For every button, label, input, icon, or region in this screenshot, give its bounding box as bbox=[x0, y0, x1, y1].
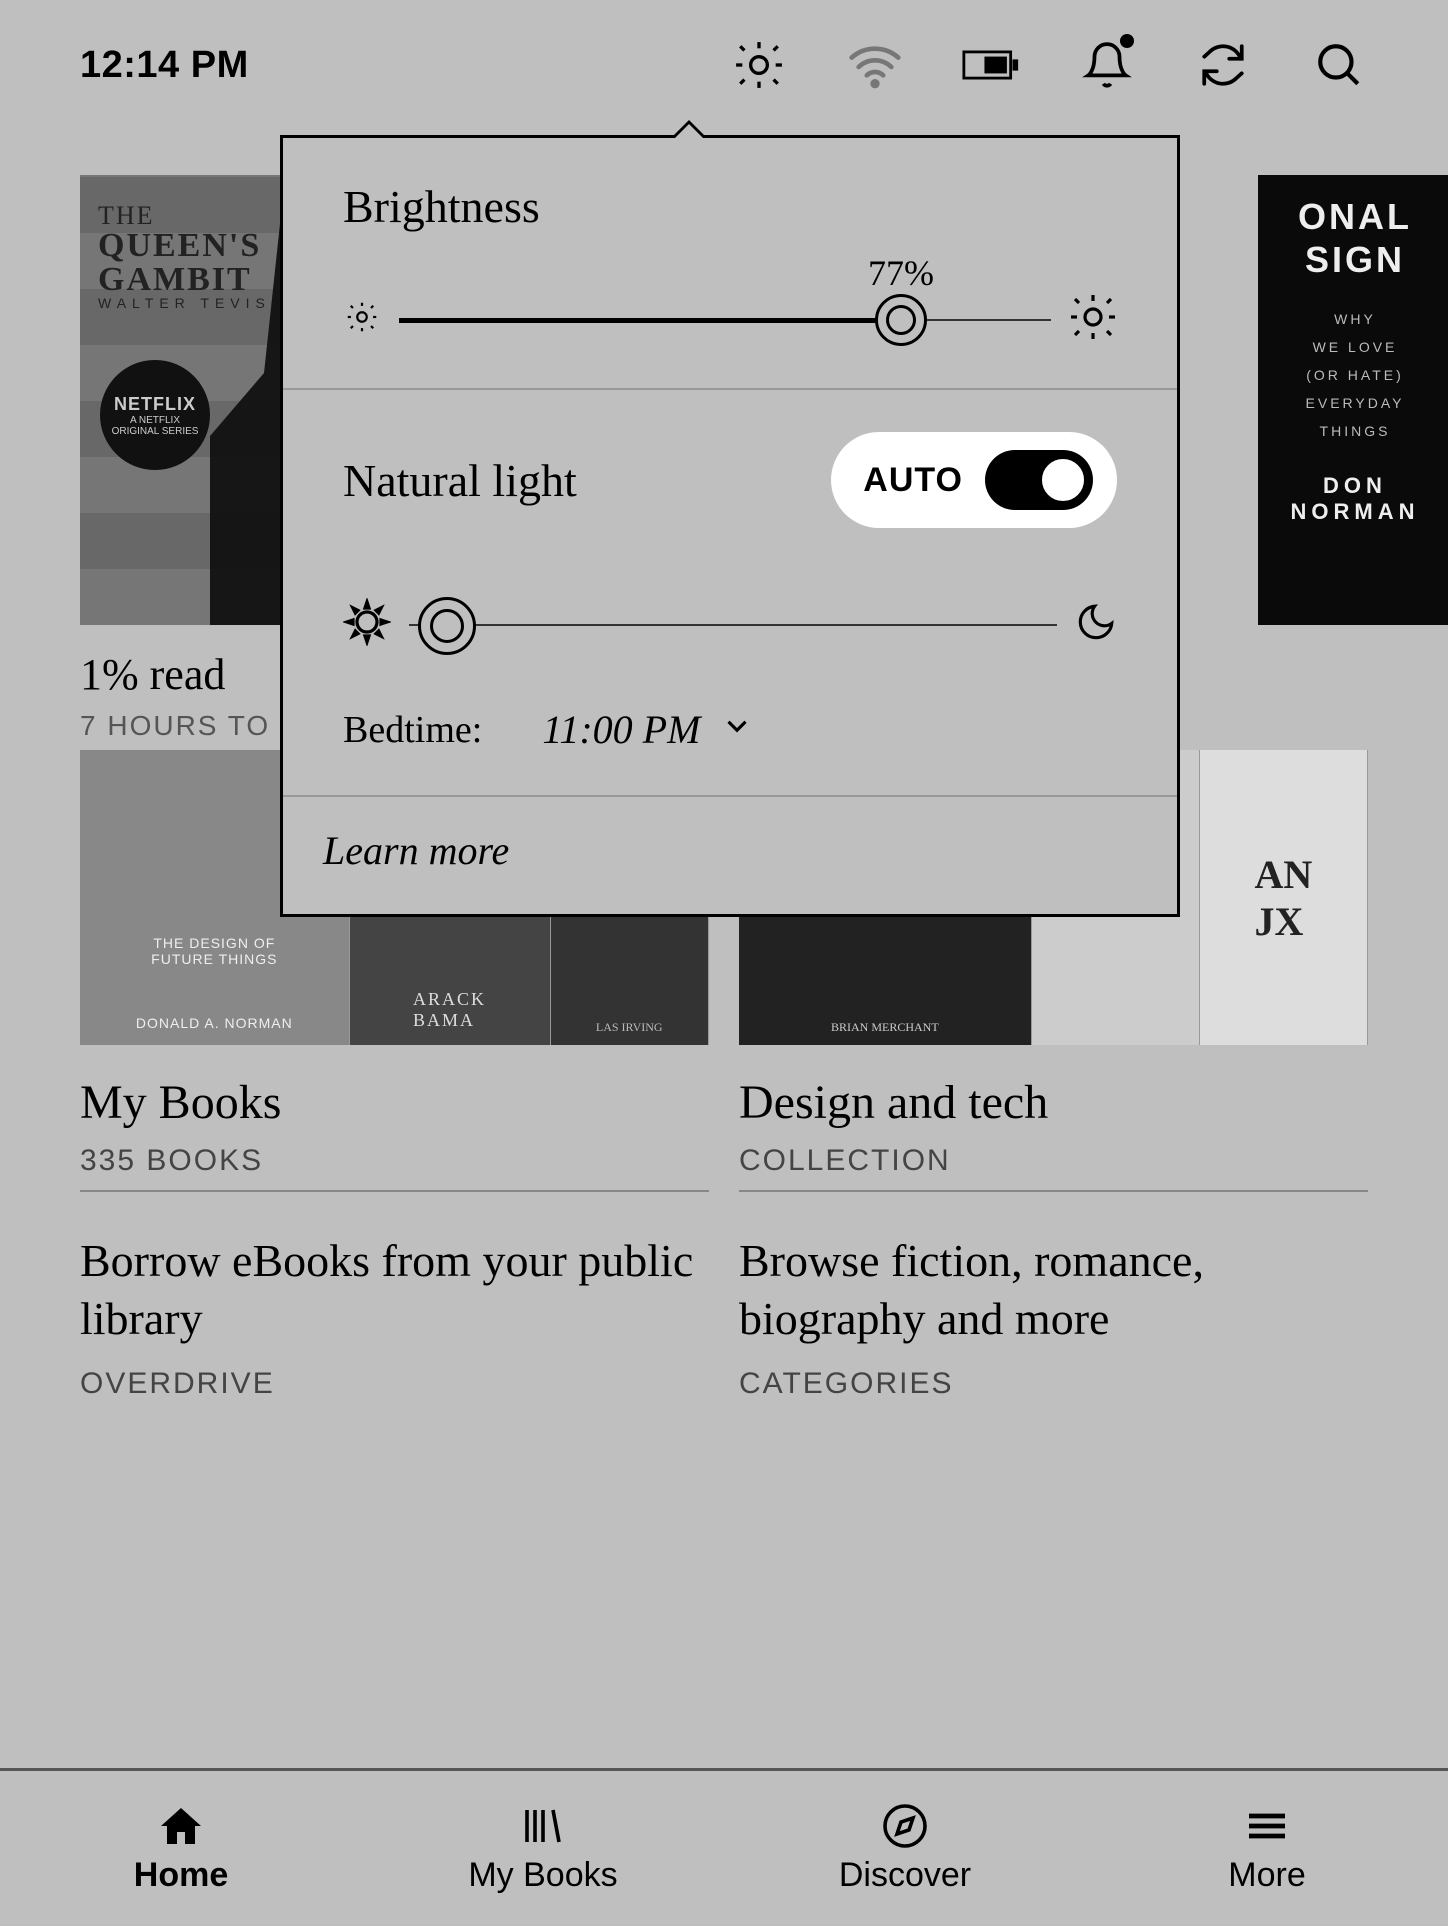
nav-discover[interactable]: Discover bbox=[724, 1771, 1086, 1926]
popover-arrow bbox=[671, 120, 707, 138]
bedtime-selector[interactable]: 11:00 PM bbox=[542, 706, 754, 753]
auto-label: AUTO bbox=[863, 461, 963, 500]
natural-light-slider-thumb[interactable] bbox=[418, 597, 476, 655]
natural-light-slider[interactable] bbox=[409, 624, 1057, 626]
sync-icon[interactable] bbox=[1194, 36, 1252, 94]
learn-more-link[interactable]: Learn more bbox=[283, 797, 1177, 914]
bedtime-label: Bedtime: bbox=[343, 708, 482, 752]
brightness-slider[interactable]: 77% bbox=[399, 318, 1051, 322]
toggle-knob bbox=[1039, 456, 1087, 504]
auto-toggle[interactable] bbox=[985, 450, 1093, 510]
status-bar: 12:14 PM bbox=[0, 0, 1448, 130]
natural-light-header: Natural light bbox=[343, 454, 577, 507]
sun-outline-icon bbox=[343, 598, 391, 651]
tile-sub: COLLECTION bbox=[739, 1144, 1368, 1178]
auto-toggle-pill[interactable]: AUTO bbox=[831, 432, 1117, 528]
categories-link[interactable]: Browse fiction, romance, biography and m… bbox=[739, 1190, 1368, 1401]
nav-more[interactable]: More bbox=[1086, 1771, 1448, 1926]
bottom-nav: Home My Books Discover More bbox=[0, 1768, 1448, 1926]
tile-title: My Books bbox=[80, 1075, 709, 1130]
overdrive-link[interactable]: Borrow eBooks from your public library O… bbox=[80, 1190, 709, 1401]
books-icon bbox=[519, 1802, 567, 1850]
cover-title-1: THE bbox=[98, 201, 155, 230]
sun-small-icon bbox=[343, 298, 381, 341]
brightness-popover: Brightness 77% Natural light bbox=[280, 135, 1180, 917]
menu-icon bbox=[1243, 1802, 1291, 1850]
link-title: Browse fiction, romance, biography and m… bbox=[739, 1232, 1368, 1347]
brightness-icon[interactable] bbox=[730, 36, 788, 94]
nav-my-books[interactable]: My Books bbox=[362, 1771, 724, 1926]
nav-label: Discover bbox=[839, 1856, 971, 1895]
cover-title-2: QUEEN'S bbox=[98, 229, 261, 263]
search-icon[interactable] bbox=[1310, 36, 1368, 94]
chevron-down-icon bbox=[720, 710, 754, 752]
link-title: Borrow eBooks from your public library bbox=[80, 1232, 709, 1347]
compass-icon bbox=[881, 1802, 929, 1850]
sun-large-icon bbox=[1069, 293, 1117, 346]
tile-sub: 335 BOOKS bbox=[80, 1144, 709, 1178]
netflix-badge: NETFLIX A NETFLIX ORIGINAL SERIES bbox=[100, 360, 210, 470]
link-sub: CATEGORIES bbox=[739, 1367, 1368, 1401]
nav-label: More bbox=[1228, 1856, 1305, 1895]
cover-title-3: GAMBIT bbox=[98, 263, 261, 297]
clock: 12:14 PM bbox=[80, 44, 249, 87]
wifi-icon[interactable] bbox=[846, 36, 904, 94]
brightness-value: 77% bbox=[868, 252, 934, 294]
notification-dot bbox=[1120, 34, 1134, 48]
side-book-cover: ONALSIGN WHYWE LOVE (OR HATE)EVERYDAYTHI… bbox=[1258, 175, 1448, 625]
brightness-header: Brightness bbox=[343, 180, 1117, 233]
notifications-icon[interactable] bbox=[1078, 36, 1136, 94]
battery-icon[interactable] bbox=[962, 36, 1020, 94]
moon-icon bbox=[1075, 601, 1117, 648]
nav-label: Home bbox=[134, 1856, 228, 1895]
cover-author: WALTER TEVIS bbox=[98, 295, 271, 311]
tile-title: Design and tech bbox=[739, 1075, 1368, 1130]
nav-home[interactable]: Home bbox=[0, 1771, 362, 1926]
nav-label: My Books bbox=[468, 1856, 617, 1895]
home-icon bbox=[157, 1802, 205, 1850]
brightness-slider-thumb[interactable] bbox=[875, 294, 927, 346]
bedtime-value: 11:00 PM bbox=[542, 707, 700, 752]
link-sub: OVERDRIVE bbox=[80, 1367, 709, 1401]
